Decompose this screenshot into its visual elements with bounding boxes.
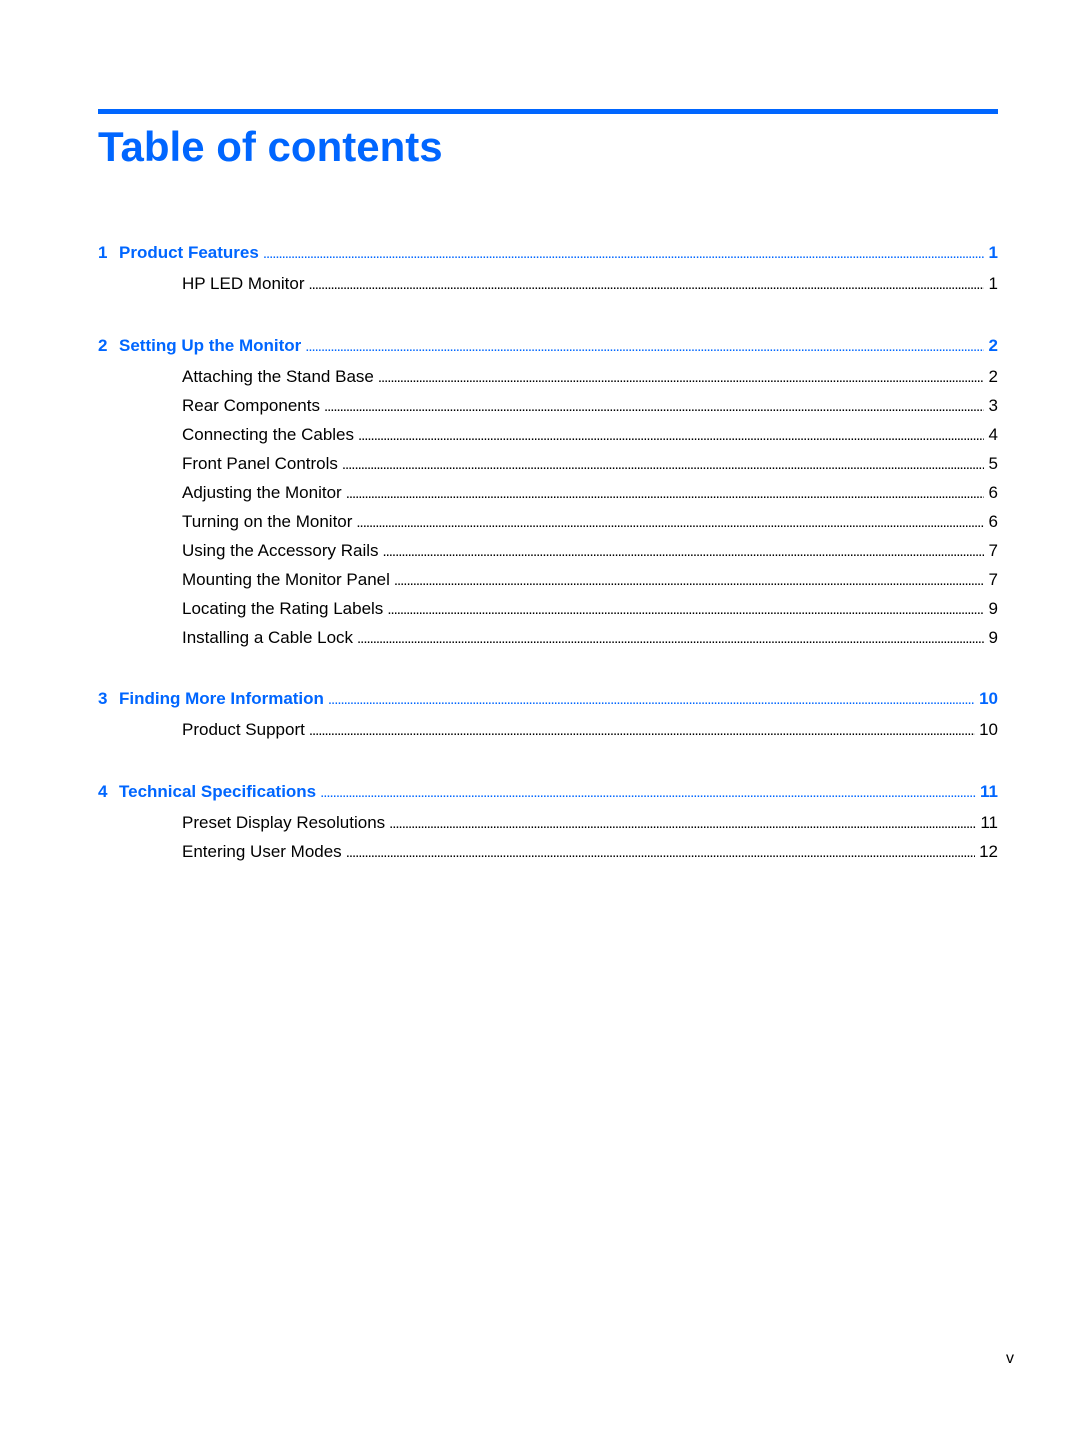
section-title[interactable]: Mounting the Monitor Panel bbox=[182, 569, 390, 591]
section-title[interactable]: Installing a Cable Lock bbox=[182, 627, 353, 649]
section-page-number[interactable]: 9 bbox=[988, 627, 998, 649]
toc-section-entry[interactable]: Mounting the Monitor Panel 7 bbox=[98, 569, 998, 591]
chapter-number: 2 bbox=[98, 336, 108, 355]
toc-chapter-entry[interactable]: 1 Product Features 1 bbox=[98, 242, 998, 264]
toc-section-entry[interactable]: Locating the Rating Labels 9 bbox=[98, 598, 998, 620]
toc-section-entry[interactable]: Installing a Cable Lock 9 bbox=[98, 627, 998, 649]
dot-leader bbox=[378, 366, 984, 389]
dot-leader bbox=[309, 273, 984, 296]
section-title[interactable]: Connecting the Cables bbox=[182, 424, 354, 446]
section-title[interactable]: Using the Accessory Rails bbox=[182, 540, 379, 562]
title-rule bbox=[98, 109, 998, 114]
dot-leader bbox=[328, 688, 975, 711]
toc-section-entry[interactable]: Using the Accessory Rails 7 bbox=[98, 540, 998, 562]
page-number: v bbox=[1006, 1350, 1014, 1367]
chapter-title[interactable]: Technical Specifications bbox=[119, 781, 316, 803]
toc-section-entry[interactable]: Attaching the Stand Base 2 bbox=[98, 366, 998, 388]
toc-section-entry[interactable]: Product Support 10 bbox=[98, 719, 998, 741]
chapter-page-number[interactable]: 11 bbox=[980, 781, 998, 803]
section-page-number[interactable]: 9 bbox=[988, 598, 998, 620]
chapter-title[interactable]: Setting Up the Monitor bbox=[119, 335, 301, 357]
section-page-number[interactable]: 10 bbox=[979, 719, 998, 741]
chapter-page-number[interactable]: 2 bbox=[988, 335, 998, 357]
section-title[interactable]: Product Support bbox=[182, 719, 305, 741]
toc-chapter-entry[interactable]: 2 Setting Up the Monitor 2 bbox=[98, 335, 998, 357]
chapter-number: 4 bbox=[98, 782, 108, 801]
section-page-number[interactable]: 12 bbox=[979, 841, 998, 863]
section-title[interactable]: Entering User Modes bbox=[182, 841, 342, 863]
section-page-number[interactable]: 6 bbox=[988, 482, 998, 504]
section-title[interactable]: Preset Display Resolutions bbox=[182, 812, 385, 834]
chapter-number: 1 bbox=[98, 243, 108, 262]
toc-section-entry[interactable]: Preset Display Resolutions 11 bbox=[98, 812, 998, 834]
section-page-number[interactable]: 7 bbox=[988, 569, 998, 591]
section-page-number[interactable]: 7 bbox=[988, 540, 998, 562]
chapter-number: 3 bbox=[98, 689, 108, 708]
dot-leader bbox=[342, 453, 984, 476]
toc-section-entry[interactable]: Turning on the Monitor 6 bbox=[98, 511, 998, 533]
chapter-page-number[interactable]: 1 bbox=[988, 242, 998, 264]
dot-leader bbox=[357, 627, 984, 650]
toc-section-entry[interactable]: HP LED Monitor 1 bbox=[98, 273, 998, 295]
section-title[interactable]: Turning on the Monitor bbox=[182, 511, 352, 533]
dot-leader bbox=[358, 424, 984, 447]
section-page-number[interactable]: 3 bbox=[988, 395, 998, 417]
section-page-number[interactable]: 11 bbox=[980, 812, 998, 834]
dot-leader bbox=[309, 719, 975, 742]
chapter-title[interactable]: Finding More Information bbox=[119, 688, 324, 710]
dot-leader bbox=[356, 511, 984, 534]
toc-section-entry[interactable]: Adjusting the Monitor 6 bbox=[98, 482, 998, 504]
section-title[interactable]: Rear Components bbox=[182, 395, 320, 417]
dot-leader bbox=[383, 540, 984, 563]
section-page-number[interactable]: 4 bbox=[988, 424, 998, 446]
section-page-number[interactable]: 5 bbox=[988, 453, 998, 475]
dot-leader bbox=[346, 482, 984, 505]
dot-leader bbox=[387, 598, 984, 621]
section-title[interactable]: Locating the Rating Labels bbox=[182, 598, 383, 620]
dot-leader bbox=[305, 335, 984, 358]
toc-section-entry[interactable]: Connecting the Cables 4 bbox=[98, 424, 998, 446]
dot-leader bbox=[263, 242, 984, 265]
chapter-title[interactable]: Product Features bbox=[119, 242, 259, 264]
section-title[interactable]: HP LED Monitor bbox=[182, 273, 305, 295]
toc-section-entry[interactable]: Entering User Modes 12 bbox=[98, 841, 998, 863]
dot-leader bbox=[394, 569, 984, 592]
toc-chapter-entry[interactable]: 3 Finding More Information 10 bbox=[98, 688, 998, 710]
dot-leader bbox=[320, 781, 976, 804]
section-page-number[interactable]: 2 bbox=[988, 366, 998, 388]
toc-section-entry[interactable]: Rear Components 3 bbox=[98, 395, 998, 417]
page-title: Table of contents bbox=[98, 123, 443, 170]
section-title[interactable]: Attaching the Stand Base bbox=[182, 366, 374, 388]
section-title[interactable]: Front Panel Controls bbox=[182, 453, 338, 475]
dot-leader bbox=[346, 841, 975, 864]
chapter-page-number[interactable]: 10 bbox=[979, 688, 998, 710]
section-page-number[interactable]: 1 bbox=[988, 273, 998, 295]
toc-chapter-entry[interactable]: 4 Technical Specifications 11 bbox=[98, 781, 998, 803]
dot-leader bbox=[324, 395, 984, 418]
dot-leader bbox=[389, 812, 976, 835]
section-page-number[interactable]: 6 bbox=[988, 511, 998, 533]
toc-section-entry[interactable]: Front Panel Controls 5 bbox=[98, 453, 998, 475]
section-title[interactable]: Adjusting the Monitor bbox=[182, 482, 342, 504]
